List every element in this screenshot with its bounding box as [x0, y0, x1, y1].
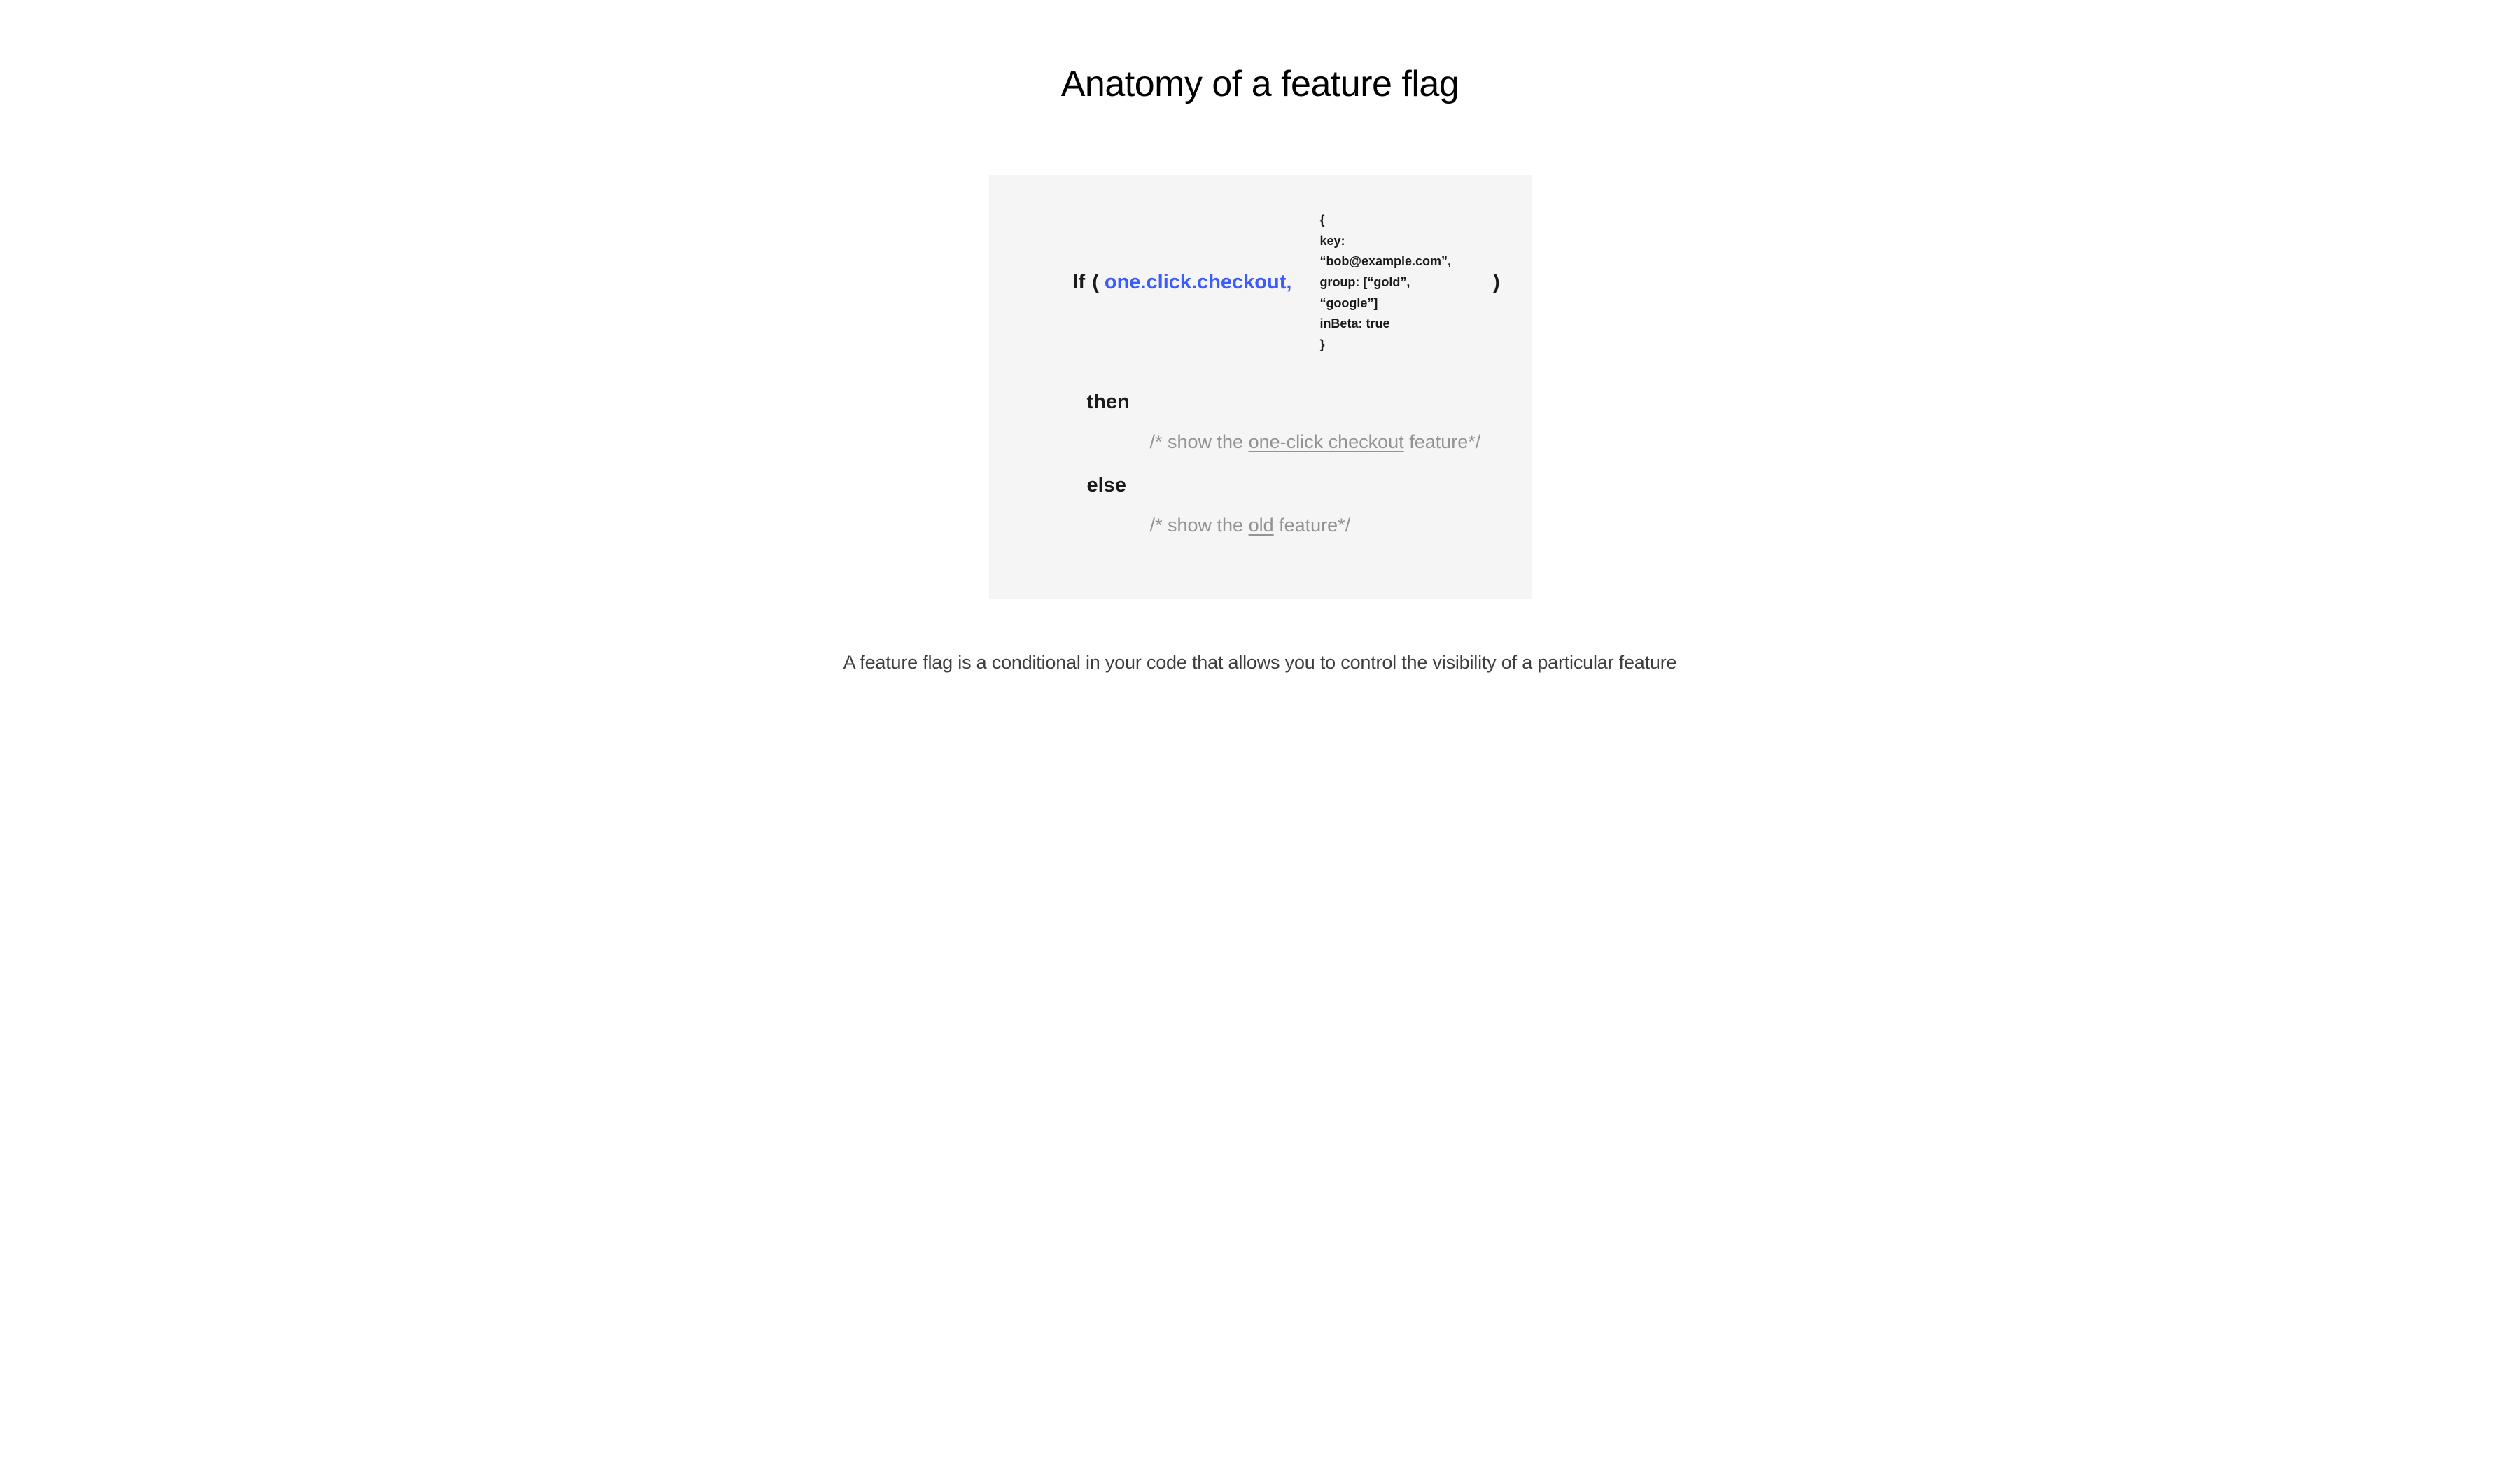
then-comment-prefix: /* show the [1150, 431, 1249, 452]
else-comment: /* show the old feature*/ [1150, 515, 1497, 536]
keyword-else: else [1087, 474, 1497, 497]
context-brace-close: } [1320, 335, 1451, 356]
context-object: { key: “bob@example.com”, group: [“gold”… [1320, 210, 1451, 356]
context-group: group: [“gold”, “google”] [1320, 272, 1451, 314]
else-comment-prefix: /* show the [1150, 515, 1249, 536]
paren-open: ( [1092, 271, 1099, 294]
code-block: If ( one.click.checkout, { key: “bob@exa… [989, 175, 1532, 599]
else-comment-suffix: feature*/ [1274, 515, 1351, 536]
footer-description: A feature flag is a conditional in your … [844, 652, 1677, 674]
paren-close: ) [1493, 271, 1500, 294]
keyword-then: then [1087, 391, 1497, 414]
then-comment-underline: one-click checkout [1249, 431, 1404, 452]
keyword-if: If [1073, 271, 1086, 294]
context-brace-open: { [1320, 210, 1451, 231]
then-comment: /* show the one-click checkout feature*/ [1150, 431, 1497, 453]
flag-name: one.click.checkout, [1105, 271, 1292, 294]
page-title: Anatomy of a feature flag [1061, 63, 1460, 105]
else-comment-underline: old [1249, 515, 1274, 536]
then-comment-suffix: feature*/ [1404, 431, 1481, 452]
context-inbeta: inBeta: true [1320, 314, 1451, 335]
if-row: If ( one.click.checkout, { key: “bob@exa… [1024, 210, 1497, 356]
context-key: key: “bob@example.com”, [1320, 231, 1451, 272]
